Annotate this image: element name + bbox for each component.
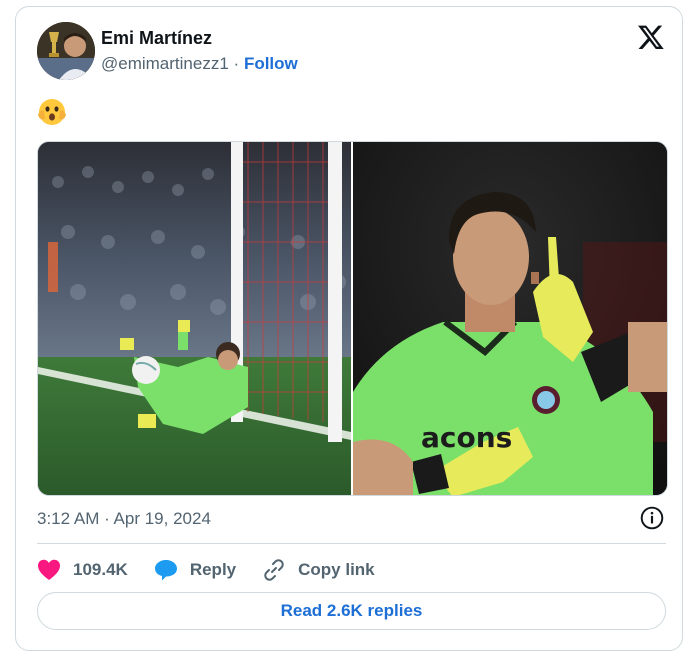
- heart-icon: [38, 559, 60, 580]
- jersey-sponsor-text: acons: [421, 421, 512, 454]
- divider-line: [37, 543, 666, 544]
- reply-button[interactable]: Reply: [154, 559, 236, 581]
- shocked-face-emoji-icon: [38, 99, 66, 125]
- handle-separator: ·: [233, 54, 240, 73]
- reply-label: Reply: [189, 560, 237, 579]
- like-button[interactable]: 109.4K: [37, 559, 128, 581]
- avatar[interactable]: [37, 22, 95, 80]
- copy-link-label: Copy link: [298, 560, 375, 579]
- follow-button[interactable]: Follow: [244, 54, 298, 73]
- tweet-card: Emi Martínez @emimartinezz1 · Follow aco…: [15, 6, 683, 651]
- photo-shush-celebration[interactable]: acons: [353, 142, 667, 495]
- action-bar: 109.4K Reply Copy link: [37, 555, 401, 585]
- timestamp[interactable]: 3:12 AM · Apr 19, 2024: [37, 509, 211, 529]
- like-count: 109.4K: [73, 560, 128, 579]
- author-handle[interactable]: @emimartinezz1: [101, 54, 229, 73]
- read-replies-button[interactable]: Read 2.6K replies: [37, 592, 666, 630]
- media-grid[interactable]: acons: [37, 141, 668, 496]
- handle-row: @emimartinezz1 · Follow: [101, 54, 298, 74]
- author-name[interactable]: Emi Martínez: [101, 28, 212, 49]
- x-logo-icon[interactable]: [637, 23, 665, 51]
- photo-penalty-save[interactable]: [38, 142, 351, 495]
- info-icon[interactable]: [639, 505, 665, 531]
- reply-bubble-icon: [154, 560, 177, 581]
- link-icon: [264, 559, 284, 581]
- copy-link-button[interactable]: Copy link: [262, 558, 375, 582]
